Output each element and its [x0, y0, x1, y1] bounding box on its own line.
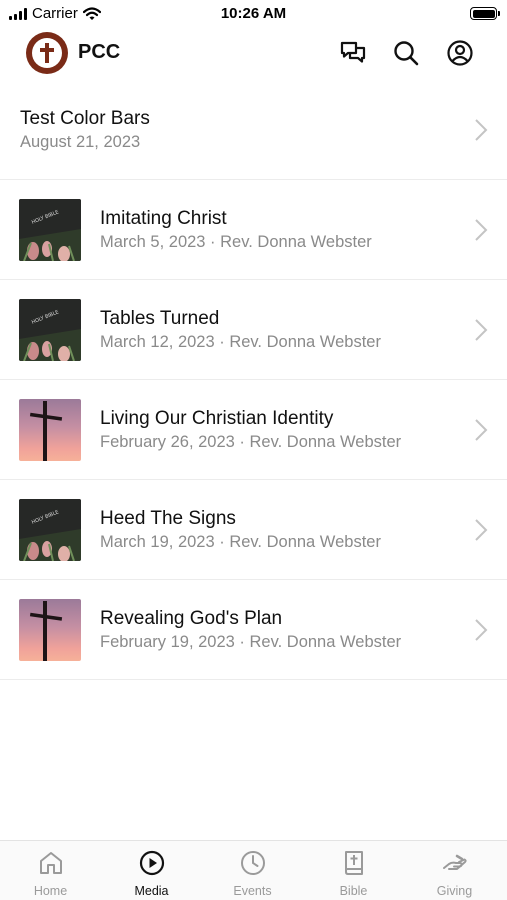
tab-events[interactable]: Events [202, 841, 303, 900]
chat-button[interactable] [337, 37, 369, 69]
profile-button[interactable] [444, 37, 476, 69]
bible-thumbnail: HOLY BIBLE [19, 499, 81, 561]
status-time: 10:26 AM [220, 5, 287, 22]
item-meta: March 19, 2023 · Rev. Donna Webster [100, 533, 381, 551]
search-button[interactable] [390, 37, 422, 69]
chevron-right-icon [475, 119, 488, 141]
list-item[interactable]: Living Our Christian Identity February 2… [0, 380, 507, 480]
app-header: PCC [0, 30, 507, 76]
tab-home[interactable]: Home [0, 841, 101, 900]
play-icon [139, 850, 165, 876]
tab-bible[interactable]: Bible [303, 841, 404, 900]
search-icon [394, 41, 419, 66]
item-title: Imitating Christ [100, 208, 227, 229]
bible-thumbnail: HOLY BIBLE [19, 299, 81, 361]
battery-icon [470, 7, 500, 20]
profile-icon [447, 40, 473, 66]
item-title: Tables Turned [100, 308, 220, 329]
chevron-right-icon [475, 419, 488, 441]
item-title: Test Color Bars [20, 108, 150, 129]
bible-thumbnail: HOLY BIBLE [19, 199, 81, 261]
chevron-right-icon [475, 219, 488, 241]
app-title: PCC [78, 41, 121, 63]
tab-label: Home [33, 884, 68, 898]
tab-bar: Home Media Events Bible Giving [0, 840, 507, 900]
item-title: Revealing God's Plan [100, 608, 283, 629]
tab-giving[interactable]: Giving [404, 841, 505, 900]
item-title: Heed The Signs [100, 508, 236, 529]
media-list: Test Color Bars August 21, 2023 HOLY BIB… [0, 80, 507, 680]
home-icon [40, 852, 62, 874]
giving-hand-icon [443, 854, 467, 870]
church-logo [26, 32, 68, 74]
chevron-right-icon [475, 319, 488, 341]
chevron-right-icon [475, 519, 488, 541]
clock-icon [241, 851, 265, 875]
list-item[interactable]: Test Color Bars August 21, 2023 [0, 80, 507, 180]
list-item[interactable]: Revealing God's Plan February 19, 2023 ·… [0, 580, 507, 680]
list-item[interactable]: HOLY BIBLE Tables Turned March 12, 2023 … [0, 280, 507, 380]
item-date: August 21, 2023 [20, 133, 141, 151]
chevron-right-icon [475, 619, 488, 641]
bible-icon [345, 851, 363, 875]
item-meta: March 12, 2023 · Rev. Donna Webster [100, 333, 381, 351]
cross-thumbnail [19, 599, 81, 661]
item-meta: March 5, 2023 · Rev. Donna Webster [100, 233, 372, 251]
tab-label: Media [134, 884, 169, 898]
item-title: Living Our Christian Identity [100, 408, 334, 429]
tab-label: Giving [436, 884, 473, 898]
list-item[interactable]: HOLY BIBLE Heed The Signs March 19, 2023… [0, 480, 507, 580]
item-meta: February 19, 2023 · Rev. Donna Webster [100, 633, 402, 651]
tab-label: Bible [339, 884, 368, 898]
chat-icon [340, 41, 366, 63]
list-item[interactable]: HOLY BIBLE Imitating Christ March 5, 202… [0, 180, 507, 280]
cross-thumbnail [19, 399, 81, 461]
tab-media[interactable]: Media [101, 841, 202, 900]
item-meta: February 26, 2023 · Rev. Donna Webster [100, 433, 402, 451]
tab-label: Events [233, 884, 272, 898]
status-bar: Carrier 10:26 AM [0, 0, 507, 28]
